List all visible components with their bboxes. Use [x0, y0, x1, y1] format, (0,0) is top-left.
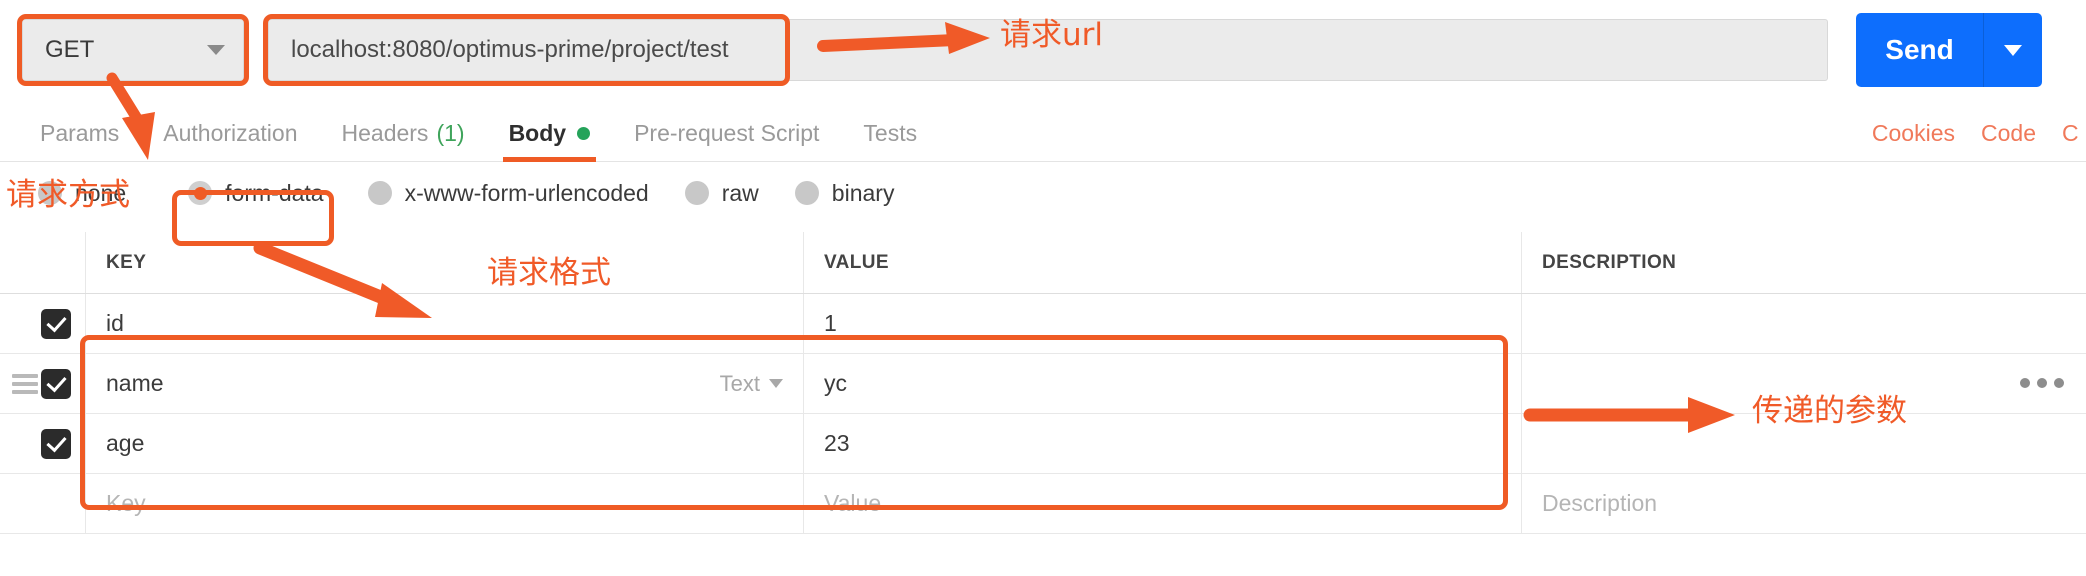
headers-count-badge: (1)	[436, 119, 465, 146]
row-description-input[interactable]	[1521, 294, 2086, 353]
radio-selected-icon	[188, 181, 213, 205]
row-check-cell	[0, 354, 85, 413]
new-row-check-cell	[0, 474, 85, 533]
tab-body[interactable]: Body	[487, 104, 613, 162]
send-options-button[interactable]	[1984, 13, 2042, 87]
radio-icon	[794, 181, 819, 205]
tab-label: Authorization	[163, 119, 298, 146]
body-present-dot-icon	[577, 126, 591, 140]
row-type-value: Text	[719, 370, 760, 396]
radio-icon	[367, 181, 392, 205]
url-input[interactable]: localhost:8080/optimus-prime/project/tes…	[268, 19, 1828, 81]
new-row-description-placeholder: Description	[1542, 490, 1658, 516]
header-check-cell	[0, 232, 85, 293]
tab-label: Headers	[341, 119, 429, 146]
request-bar: GET localhost:8080/optimus-prime/project…	[0, 0, 2086, 104]
request-tabs-bar: Params Authorization Headers (1) Body Pr…	[0, 104, 2086, 162]
comments-link[interactable]: C	[2062, 120, 2080, 147]
row-checkbox[interactable]	[41, 308, 71, 339]
send-button[interactable]: Send	[1856, 13, 1984, 87]
row-value-input[interactable]: 23	[803, 414, 1521, 473]
radio-icon	[684, 181, 709, 205]
table-row: id 1	[0, 294, 2086, 354]
row-key-input[interactable]: age	[85, 414, 803, 473]
row-check-cell	[0, 294, 85, 353]
ellipsis-icon[interactable]	[2020, 378, 2064, 388]
row-checkbox[interactable]	[41, 368, 71, 399]
tab-label: Pre-request Script	[634, 119, 820, 146]
table-row: name Text yc	[0, 354, 2086, 414]
radio-label: binary	[831, 179, 895, 206]
body-type-raw[interactable]: raw	[684, 179, 759, 207]
row-type-select[interactable]: Text	[720, 371, 783, 397]
postman-request-builder: GET localhost:8080/optimus-prime/project…	[0, 0, 2086, 576]
chevron-down-icon	[769, 379, 783, 388]
new-row-key-input[interactable]: Key	[85, 474, 803, 533]
tab-pre-request-script[interactable]: Pre-request Script	[612, 104, 841, 162]
http-method-value: GET	[45, 36, 95, 63]
form-data-table: KEY VALUE DESCRIPTION id 1 name Text yc …	[0, 232, 2086, 534]
request-tabs: Params Authorization Headers (1) Body Pr…	[18, 104, 939, 162]
header-value: VALUE	[803, 232, 1521, 293]
tab-label: Params	[40, 119, 120, 146]
row-value-value: 1	[824, 310, 837, 336]
tab-headers[interactable]: Headers (1)	[320, 104, 487, 162]
radio-label: none	[75, 179, 127, 206]
tab-label: Tests	[863, 119, 918, 146]
row-key-input[interactable]: name Text	[85, 354, 803, 413]
chevron-down-icon	[207, 45, 225, 55]
body-type-urlencoded[interactable]: x-www-form-urlencoded	[367, 179, 649, 207]
row-key-value: id	[106, 310, 124, 336]
radio-icon	[38, 181, 62, 205]
table-header-row: KEY VALUE DESCRIPTION	[0, 232, 2086, 388]
row-key-value: age	[106, 430, 145, 456]
row-value-input[interactable]: yc	[803, 354, 1521, 413]
new-row-key-placeholder: Key	[106, 490, 146, 516]
header-description: DESCRIPTION	[1521, 232, 2086, 388]
tab-label: Body	[508, 119, 567, 146]
table-new-row: Key Value Description	[0, 474, 2086, 534]
request-tabs-actions: Cookies Code C	[1872, 104, 2086, 162]
send-button-group: Send	[1856, 13, 2042, 87]
tab-params[interactable]: Params	[18, 104, 141, 162]
radio-label: form-data	[225, 179, 324, 206]
new-row-value-placeholder: Value	[824, 490, 882, 516]
row-key-value: name	[106, 370, 164, 396]
table-row: age 23	[0, 414, 2086, 474]
http-method-select[interactable]: GET	[22, 19, 244, 81]
body-type-binary[interactable]: binary	[794, 179, 895, 207]
body-type-none[interactable]: none	[38, 180, 126, 207]
row-description-input[interactable]	[1521, 414, 2086, 473]
tab-authorization[interactable]: Authorization	[141, 104, 319, 162]
radio-label: raw	[721, 179, 759, 206]
header-key: KEY	[85, 232, 803, 293]
radio-label: x-www-form-urlencoded	[404, 179, 649, 206]
row-value-value: yc	[824, 370, 847, 396]
row-check-cell	[0, 414, 85, 473]
row-checkbox[interactable]	[41, 428, 71, 459]
drag-handle-icon[interactable]	[12, 370, 38, 398]
body-type-radio-group: none form-data x-www-form-urlencoded raw…	[0, 162, 2086, 224]
row-value-input[interactable]: 1	[803, 294, 1521, 353]
header-description-label: DESCRIPTION	[1542, 251, 1677, 273]
row-description-input[interactable]	[1521, 354, 2086, 413]
row-key-input[interactable]: id	[85, 294, 803, 353]
chevron-down-icon	[2004, 44, 2022, 56]
row-value-value: 23	[824, 430, 850, 456]
tab-tests[interactable]: Tests	[841, 104, 939, 162]
cookies-link[interactable]: Cookies	[1872, 120, 1955, 147]
new-row-value-input[interactable]: Value	[803, 474, 1521, 533]
body-type-form-data[interactable]: form-data	[188, 179, 324, 207]
new-row-description-input[interactable]: Description	[1521, 474, 2086, 533]
code-link[interactable]: Code	[1981, 120, 2036, 147]
